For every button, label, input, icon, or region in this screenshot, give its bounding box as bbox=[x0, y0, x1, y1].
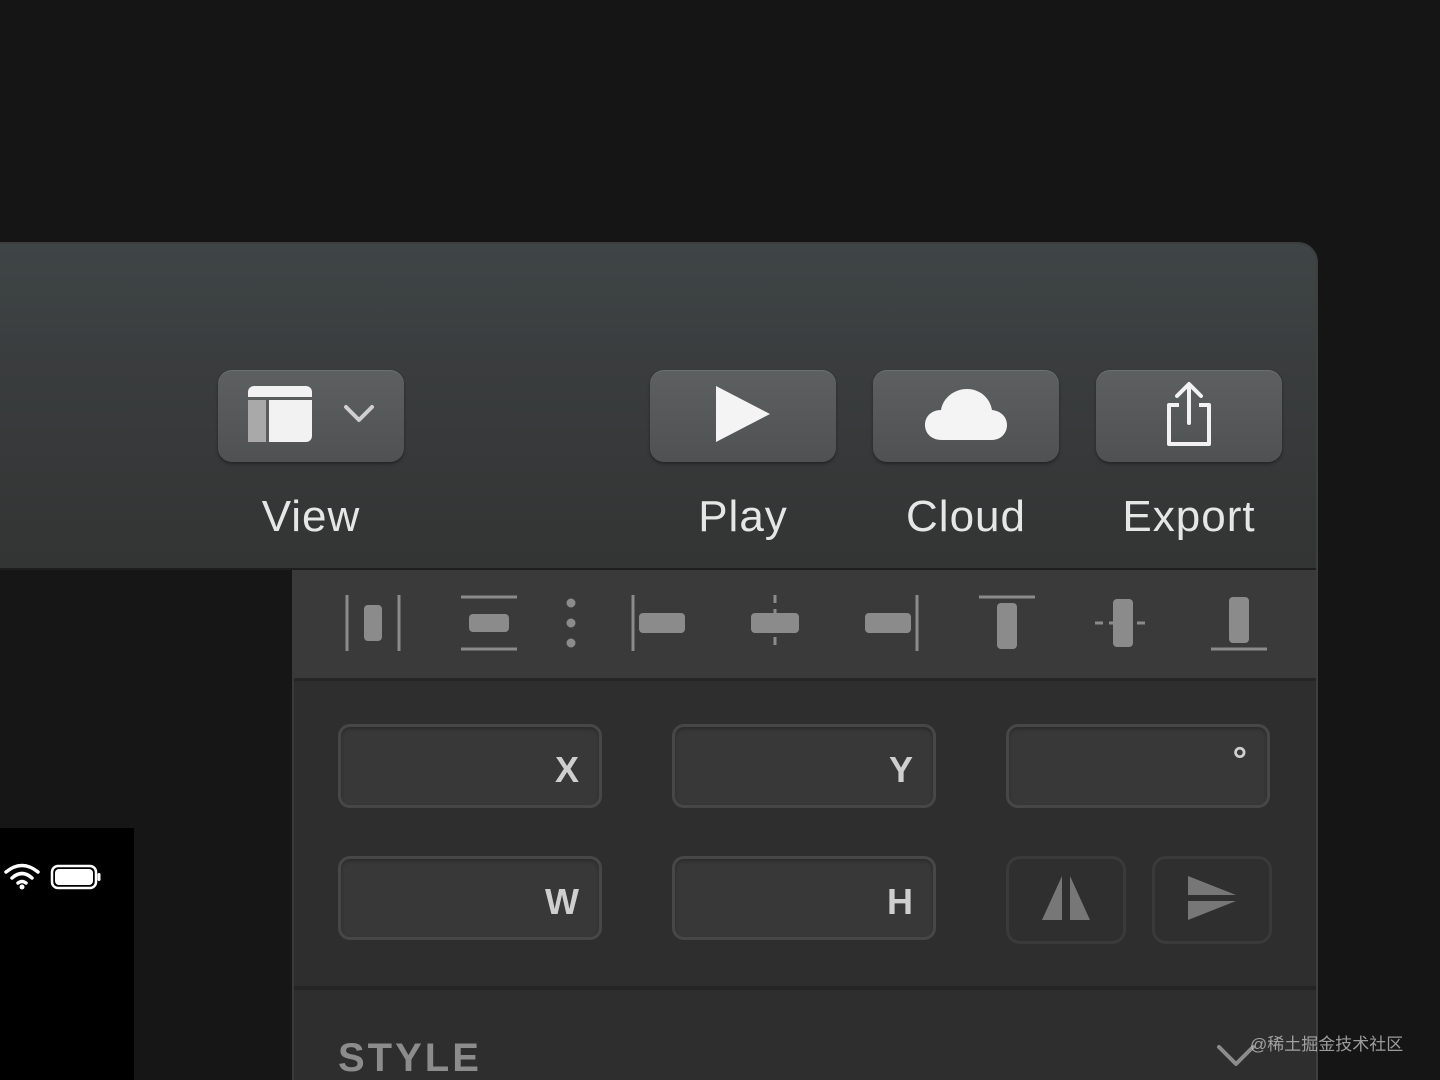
toolbar: View Play Cloud Export bbox=[0, 244, 1316, 570]
align-bottom-icon[interactable] bbox=[1204, 592, 1274, 654]
export-label: Export bbox=[1122, 492, 1256, 541]
inspector-panel: X Y ° W H STYLE bbox=[292, 570, 1316, 1080]
y-field-label: Y bbox=[888, 749, 913, 790]
w-field-label: W bbox=[545, 881, 579, 922]
distribute-horizontal-icon[interactable] bbox=[338, 592, 408, 654]
flip-horizontal-button[interactable] bbox=[1006, 856, 1126, 944]
desktop: View Play Cloud Export X Y ° W H STYLE @… bbox=[0, 0, 1440, 1080]
export-button[interactable] bbox=[1096, 370, 1282, 462]
chevron-down-icon bbox=[343, 404, 375, 429]
style-section-title[interactable]: STYLE bbox=[338, 1036, 482, 1080]
distribute-vertical-icon[interactable] bbox=[454, 592, 524, 654]
app-window: View Play Cloud Export X Y ° W H STYLE bbox=[0, 244, 1316, 1080]
play-label: Play bbox=[698, 492, 788, 541]
flip-vertical-button[interactable] bbox=[1152, 856, 1272, 944]
align-center-vertical-icon[interactable] bbox=[1088, 592, 1158, 654]
battery-icon bbox=[50, 864, 102, 895]
x-position-field[interactable]: X bbox=[338, 724, 602, 808]
align-right-icon[interactable] bbox=[856, 592, 926, 654]
flip-vertical-icon bbox=[1186, 874, 1238, 927]
rotation-field[interactable]: ° bbox=[1006, 724, 1270, 808]
view-label: View bbox=[261, 492, 361, 541]
watermark: @稀土掘金技术社区 bbox=[1250, 1035, 1404, 1054]
cloud-label: Cloud bbox=[906, 492, 1026, 541]
x-field-label: X bbox=[554, 749, 579, 790]
section-divider bbox=[294, 986, 1316, 990]
align-top-icon[interactable] bbox=[972, 592, 1042, 654]
height-field[interactable]: H bbox=[672, 856, 936, 940]
width-field[interactable]: W bbox=[338, 856, 602, 940]
sidebar-layout-icon bbox=[247, 385, 313, 448]
view-button[interactable] bbox=[218, 370, 404, 462]
rotation-field-label: ° bbox=[1232, 739, 1247, 780]
play-icon bbox=[714, 384, 772, 449]
align-left-icon[interactable] bbox=[624, 592, 694, 654]
wifi-icon bbox=[4, 862, 40, 895]
h-field-label: H bbox=[887, 881, 913, 922]
y-position-field[interactable]: Y bbox=[672, 724, 936, 808]
device-preview bbox=[0, 828, 134, 1080]
play-button[interactable] bbox=[650, 370, 836, 462]
share-icon bbox=[1163, 381, 1215, 452]
alignment-toolbar bbox=[294, 570, 1316, 681]
cloud-button[interactable] bbox=[873, 370, 1059, 462]
align-center-horizontal-icon[interactable] bbox=[740, 592, 810, 654]
cloud-icon bbox=[924, 386, 1008, 447]
more-options-icon[interactable] bbox=[536, 592, 606, 654]
flip-horizontal-icon bbox=[1040, 874, 1092, 927]
